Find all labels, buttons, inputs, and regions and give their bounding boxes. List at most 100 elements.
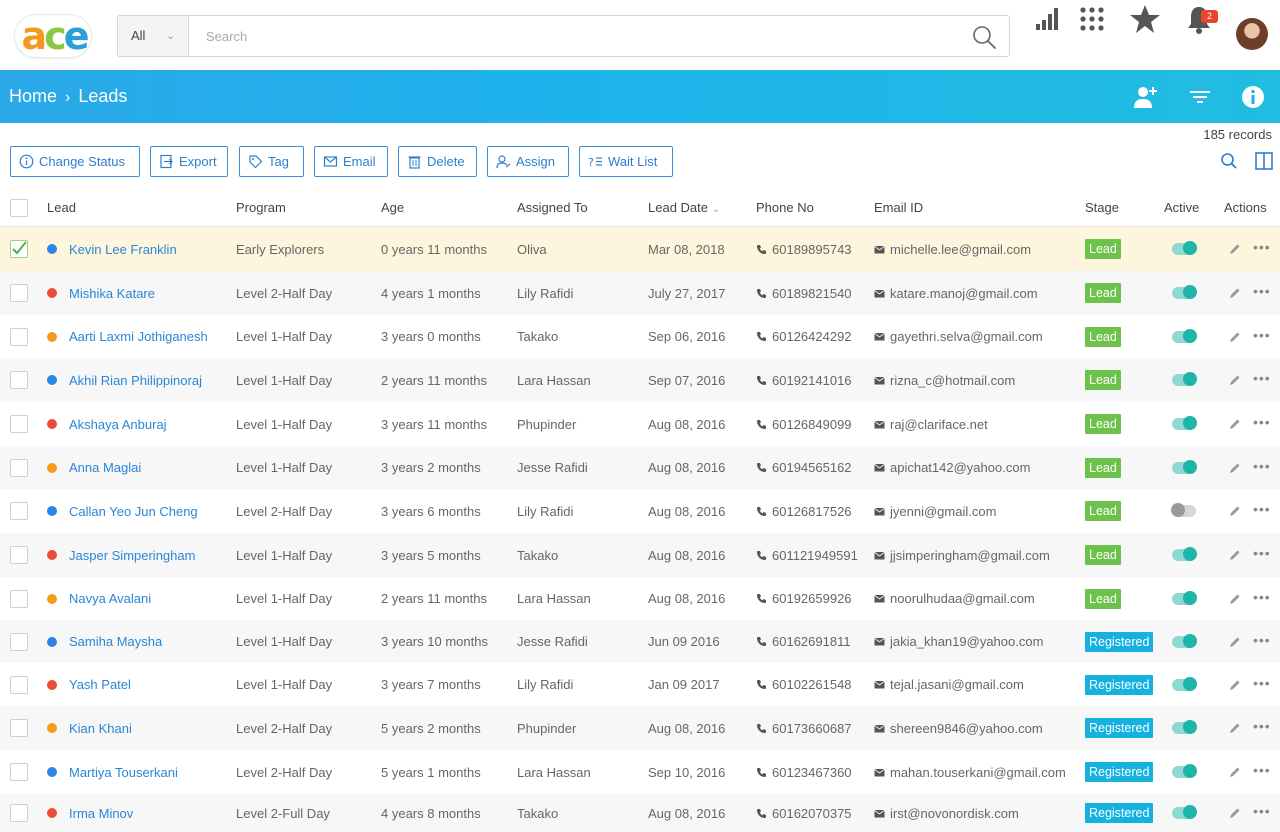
col-assigned-to[interactable]: Assigned To	[517, 189, 588, 227]
app-logo[interactable]: ace	[10, 8, 94, 62]
edit-pencil-icon[interactable]	[1229, 722, 1241, 734]
lead-name-link[interactable]: Akshaya Anburaj	[69, 402, 167, 446]
edit-pencil-icon[interactable]	[1229, 331, 1241, 343]
more-options-icon[interactable]: •••	[1253, 370, 1271, 386]
lead-name-link[interactable]: Kevin Lee Franklin	[69, 227, 177, 271]
col-stage[interactable]: Stage	[1085, 189, 1119, 227]
edit-pencil-icon[interactable]	[1229, 243, 1241, 255]
table-search-icon[interactable]	[1219, 151, 1239, 171]
select-all-checkbox[interactable]	[10, 199, 28, 217]
active-toggle[interactable]	[1172, 372, 1197, 386]
active-toggle[interactable]	[1172, 416, 1197, 430]
col-lead[interactable]: Lead	[47, 189, 76, 227]
active-toggle[interactable]	[1172, 764, 1197, 778]
col-age[interactable]: Age	[381, 189, 404, 227]
edit-pencil-icon[interactable]	[1229, 462, 1241, 474]
email-button[interactable]: Email	[314, 146, 388, 177]
delete-button[interactable]: Delete	[398, 146, 477, 177]
row-checkbox[interactable]	[10, 546, 28, 564]
col-active[interactable]: Active	[1164, 189, 1199, 227]
more-options-icon[interactable]: •••	[1253, 803, 1271, 819]
more-options-icon[interactable]: •••	[1253, 501, 1271, 517]
edit-pencil-icon[interactable]	[1229, 287, 1241, 299]
search-scope-select[interactable]: All ⌄	[118, 16, 189, 56]
table-row[interactable]: Navya Avalani Level 1-Half Day 2 years 1…	[0, 577, 1280, 620]
change-status-button[interactable]: Change Status	[10, 146, 140, 177]
lead-name-link[interactable]: Anna Maglai	[69, 446, 141, 489]
col-lead-date[interactable]: Lead Date ⌄	[648, 189, 720, 227]
row-checkbox[interactable]	[10, 284, 28, 302]
active-toggle[interactable]	[1172, 328, 1197, 343]
edit-pencil-icon[interactable]	[1229, 807, 1241, 819]
edit-pencil-icon[interactable]	[1229, 549, 1241, 561]
more-options-icon[interactable]: •••	[1253, 632, 1271, 648]
tag-button[interactable]: Tag	[239, 146, 304, 177]
more-options-icon[interactable]: •••	[1253, 589, 1271, 605]
more-options-icon[interactable]: •••	[1253, 239, 1271, 255]
table-row[interactable]: Anna Maglai Level 1-Half Day 3 years 2 m…	[0, 446, 1280, 489]
edit-pencil-icon[interactable]	[1229, 636, 1241, 648]
add-user-icon[interactable]	[1133, 84, 1159, 110]
assign-button[interactable]: Assign	[487, 146, 569, 177]
row-checkbox[interactable]	[10, 632, 28, 651]
table-row[interactable]: Martiya Touserkani Level 2-Half Day 5 ye…	[0, 750, 1280, 794]
lead-name-link[interactable]: Irma Minov	[69, 794, 133, 832]
row-checkbox[interactable]	[10, 458, 28, 477]
row-checkbox-checked-icon[interactable]	[10, 240, 28, 258]
active-toggle[interactable]	[1172, 676, 1197, 691]
col-phone[interactable]: Phone No	[756, 189, 814, 227]
active-toggle[interactable]	[1171, 503, 1196, 517]
active-toggle[interactable]	[1172, 547, 1197, 561]
info-icon[interactable]	[1240, 84, 1266, 110]
more-options-icon[interactable]: •••	[1253, 458, 1271, 474]
lead-name-link[interactable]: Samiha Maysha	[69, 620, 162, 663]
edit-pencil-icon[interactable]	[1229, 593, 1241, 605]
active-toggle[interactable]	[1172, 805, 1197, 819]
lead-name-link[interactable]: Akhil Rian Philippinoraj	[69, 358, 202, 402]
lead-name-link[interactable]: Martiya Touserkani	[69, 750, 178, 794]
wait-list-button[interactable]: ? Wait List	[579, 146, 673, 177]
active-toggle[interactable]	[1172, 241, 1197, 255]
table-row[interactable]: Mishika Katare Level 2-Half Day 4 years …	[0, 271, 1280, 315]
table-row[interactable]: Kevin Lee Franklin Early Explorers 0 yea…	[0, 227, 1280, 271]
table-row[interactable]: Kian Khani Level 2-Half Day 5 years 2 mo…	[0, 706, 1280, 750]
lead-name-link[interactable]: Mishika Katare	[69, 271, 155, 315]
lead-name-link[interactable]: Navya Avalani	[69, 577, 151, 620]
more-options-icon[interactable]: •••	[1253, 327, 1271, 343]
table-row[interactable]: Irma Minov Level 2-Full Day 4 years 8 mo…	[0, 794, 1280, 832]
search-icon[interactable]	[971, 24, 997, 50]
table-row[interactable]: Callan Yeo Jun Cheng Level 2-Half Day 3 …	[0, 489, 1280, 533]
table-row[interactable]: Samiha Maysha Level 1-Half Day 3 years 1…	[0, 620, 1280, 663]
export-button[interactable]: Export	[150, 146, 228, 177]
edit-pencil-icon[interactable]	[1229, 679, 1241, 691]
active-toggle[interactable]	[1172, 285, 1197, 299]
filter-icon[interactable]	[1187, 84, 1213, 110]
row-checkbox[interactable]	[10, 415, 28, 433]
active-toggle[interactable]	[1172, 633, 1197, 648]
search-input[interactable]	[206, 24, 966, 48]
more-options-icon[interactable]: •••	[1253, 545, 1271, 561]
column-layout-icon[interactable]	[1254, 151, 1274, 171]
table-row[interactable]: Aarti Laxmi Jothiganesh Level 1-Half Day…	[0, 315, 1280, 358]
edit-pencil-icon[interactable]	[1229, 766, 1241, 778]
more-options-icon[interactable]: •••	[1253, 283, 1271, 299]
edit-pencil-icon[interactable]	[1229, 374, 1241, 386]
row-checkbox[interactable]	[10, 371, 28, 389]
lead-name-link[interactable]: Yash Patel	[69, 663, 131, 706]
table-row[interactable]: Jasper Simperingham Level 1-Half Day 3 y…	[0, 533, 1280, 577]
row-checkbox[interactable]	[10, 502, 28, 520]
edit-pencil-icon[interactable]	[1229, 418, 1241, 430]
row-checkbox[interactable]	[10, 804, 28, 822]
more-options-icon[interactable]: •••	[1253, 718, 1271, 734]
active-toggle[interactable]	[1172, 720, 1197, 734]
table-row[interactable]: Akshaya Anburaj Level 1-Half Day 3 years…	[0, 402, 1280, 446]
table-row[interactable]: Yash Patel Level 1-Half Day 3 years 7 mo…	[0, 663, 1280, 706]
lead-name-link[interactable]: Kian Khani	[69, 706, 132, 750]
row-checkbox[interactable]	[10, 719, 28, 737]
table-row[interactable]: Akhil Rian Philippinoraj Level 1-Half Da…	[0, 358, 1280, 402]
col-email[interactable]: Email ID	[874, 189, 923, 227]
active-toggle[interactable]	[1172, 459, 1197, 474]
more-options-icon[interactable]: •••	[1253, 675, 1271, 691]
more-options-icon[interactable]: •••	[1253, 762, 1271, 778]
apps-grid-icon[interactable]	[1073, 0, 1111, 38]
